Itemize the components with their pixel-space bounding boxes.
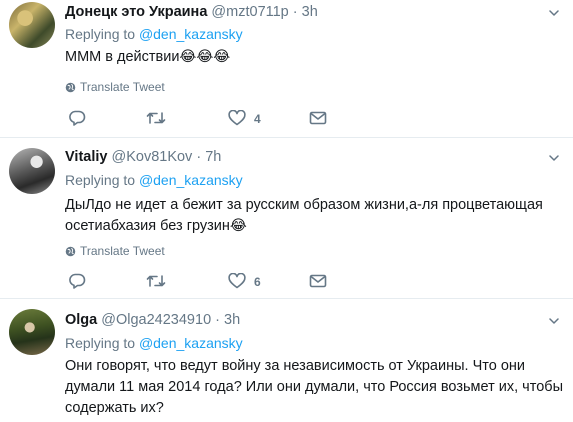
tweet-header: Vitaliy @Kov81Kov · 7h: [65, 148, 221, 166]
tweet-1[interactable]: Донецк это Украина @mzt0711p · 3h Replyi…: [0, 0, 573, 137]
author-name[interactable]: Olga: [65, 312, 97, 328]
separator-dot: ·: [196, 149, 202, 165]
retweet-icon: [146, 112, 166, 124]
author-name[interactable]: Донецк это Украина: [65, 4, 207, 20]
chevron-down-icon[interactable]: [549, 316, 559, 326]
author-name[interactable]: Vitaliy: [65, 149, 107, 165]
direct-message-icon: [309, 111, 327, 125]
replying-prefix: Replying to: [65, 335, 136, 351]
replying-prefix: Replying to: [65, 26, 136, 42]
translate-tweet-link[interactable]: Translate Tweet: [65, 80, 165, 94]
tweet-actions: 6: [65, 273, 365, 293]
translate-label: Translate Tweet: [80, 80, 165, 94]
avatar[interactable]: [9, 148, 55, 194]
direct-message-button[interactable]: [309, 110, 327, 130]
globe-icon: [65, 82, 76, 93]
reply-mention-link[interactable]: @den_kazansky: [139, 172, 243, 188]
tweet-text: ДыЛдо не идет а бежит за русским образом…: [65, 197, 543, 234]
direct-message-button[interactable]: [309, 273, 327, 293]
reply-icon: [69, 110, 86, 126]
avatar[interactable]: [9, 2, 55, 48]
replying-to: Replying to @den_kazansky: [65, 334, 243, 352]
like-count: 6: [254, 275, 261, 289]
author-handle[interactable]: @Olga24234910: [101, 312, 211, 328]
like-button[interactable]: 4: [228, 110, 261, 130]
tweet-text: Они говорят, что ведут войну за независи…: [65, 358, 563, 416]
like-button[interactable]: 6: [228, 273, 261, 293]
direct-message-icon: [309, 274, 327, 288]
reply-mention-link[interactable]: @den_kazansky: [139, 335, 243, 351]
heart-icon: [228, 110, 246, 126]
heart-icon: [228, 273, 246, 289]
tweet-text: МММ в действии😂😂😂: [65, 49, 231, 65]
reply-icon: [69, 273, 86, 289]
tweet-header: Донецк это Украина @mzt0711p · 3h: [65, 3, 318, 21]
replying-to: Replying to @den_kazansky: [65, 171, 243, 189]
reply-mention-link[interactable]: @den_kazansky: [139, 26, 243, 42]
tweet-2[interactable]: Vitaliy @Kov81Kov · 7h Replying to @den_…: [0, 138, 573, 298]
globe-icon: [65, 246, 76, 257]
author-handle[interactable]: @Kov81Kov: [111, 149, 192, 165]
tweet-actions: 4: [65, 110, 365, 130]
like-count: 4: [254, 112, 261, 126]
tweet-time[interactable]: 7h: [205, 149, 221, 165]
tweet-header: Olga @Olga24234910 · 3h: [65, 311, 240, 329]
translate-label: Translate Tweet: [80, 244, 165, 258]
chevron-down-icon[interactable]: [549, 153, 559, 163]
tweet-3[interactable]: Olga @Olga24234910 · 3h Replying to @den…: [0, 299, 573, 422]
chevron-down-icon[interactable]: [549, 8, 559, 18]
separator-dot: ·: [215, 312, 221, 328]
replying-to: Replying to @den_kazansky: [65, 25, 243, 43]
author-handle[interactable]: @mzt0711p: [211, 4, 288, 20]
tweet-time[interactable]: 3h: [224, 312, 240, 328]
retweet-icon: [146, 275, 166, 287]
separator-dot: ·: [292, 4, 298, 20]
retweet-button[interactable]: [146, 273, 166, 293]
tweet-time[interactable]: 3h: [302, 4, 318, 20]
replying-prefix: Replying to: [65, 172, 136, 188]
reply-button[interactable]: [68, 110, 86, 130]
retweet-button[interactable]: [146, 110, 166, 130]
reply-button[interactable]: [68, 273, 86, 293]
translate-tweet-link[interactable]: Translate Tweet: [65, 244, 165, 258]
avatar[interactable]: [9, 309, 55, 355]
